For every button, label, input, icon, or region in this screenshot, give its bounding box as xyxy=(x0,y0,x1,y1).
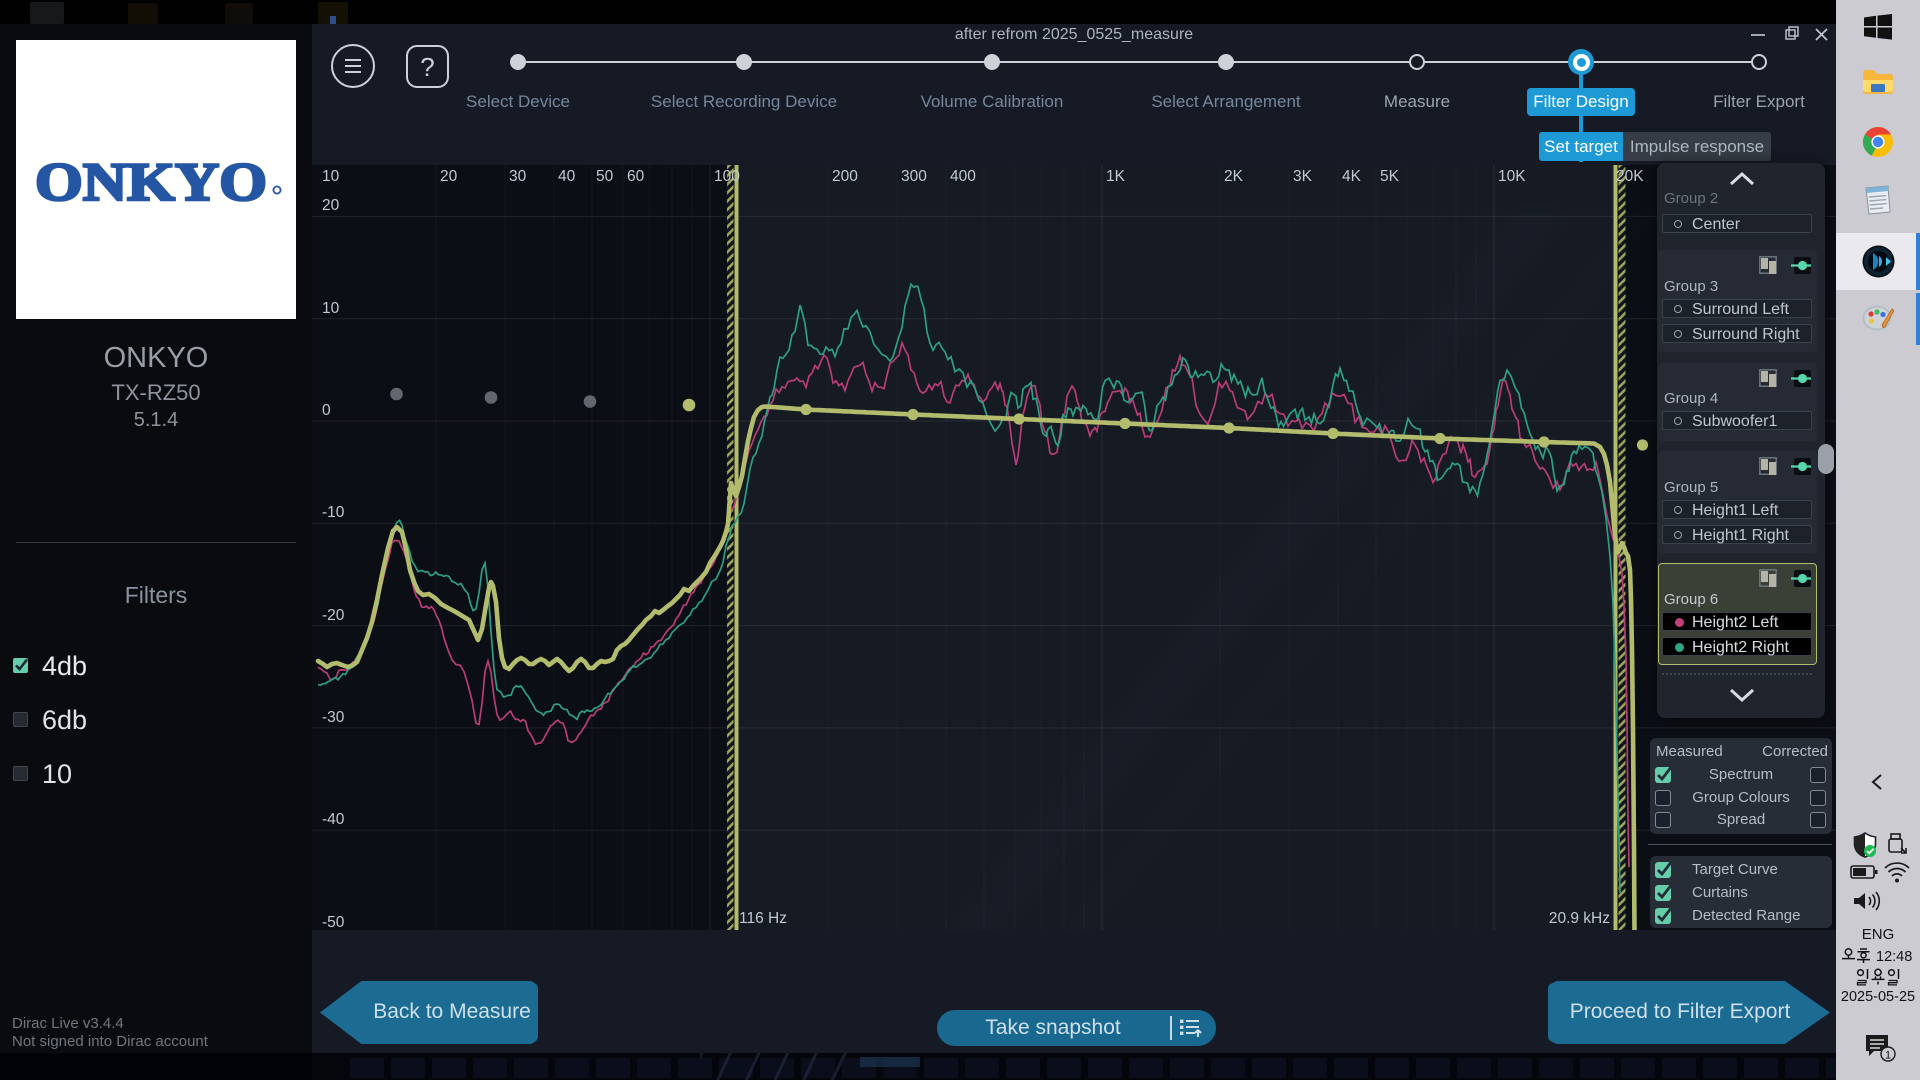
svg-text:20K: 20K xyxy=(1616,168,1644,185)
svg-text:10: 10 xyxy=(322,168,340,185)
svg-text:3K: 3K xyxy=(1293,168,1313,185)
svg-text:5K: 5K xyxy=(1380,168,1400,185)
svg-text:12:48: 12:48 xyxy=(1876,949,1912,965)
svg-text:30: 30 xyxy=(509,168,527,185)
svg-text:200: 200 xyxy=(832,168,858,185)
svg-text:116 Hz: 116 Hz xyxy=(739,910,787,927)
svg-text:-30: -30 xyxy=(322,709,345,726)
svg-text:2K: 2K xyxy=(1224,168,1244,185)
svg-text:400: 400 xyxy=(950,168,976,185)
svg-text:40: 40 xyxy=(558,168,576,185)
svg-text:1K: 1K xyxy=(1106,168,1126,185)
svg-text:-40: -40 xyxy=(322,811,345,828)
svg-text:-10: -10 xyxy=(322,504,345,521)
svg-text:60: 60 xyxy=(627,168,645,185)
svg-text:10: 10 xyxy=(322,300,340,317)
svg-text:4K: 4K xyxy=(1342,168,1362,185)
svg-text:ONKYO: ONKYO xyxy=(35,152,267,212)
svg-text:20.9 kHz: 20.9 kHz xyxy=(1549,910,1610,927)
svg-text:10K: 10K xyxy=(1498,168,1526,185)
svg-text:20: 20 xyxy=(322,197,340,214)
svg-text:-20: -20 xyxy=(322,607,345,624)
svg-text:50: 50 xyxy=(596,168,614,185)
svg-text:0: 0 xyxy=(322,402,331,419)
svg-text:-50: -50 xyxy=(322,914,345,930)
svg-text:20: 20 xyxy=(440,168,458,185)
svg-text:1: 1 xyxy=(1885,1050,1891,1062)
svg-text:100: 100 xyxy=(714,168,740,185)
svg-text:300: 300 xyxy=(901,168,927,185)
